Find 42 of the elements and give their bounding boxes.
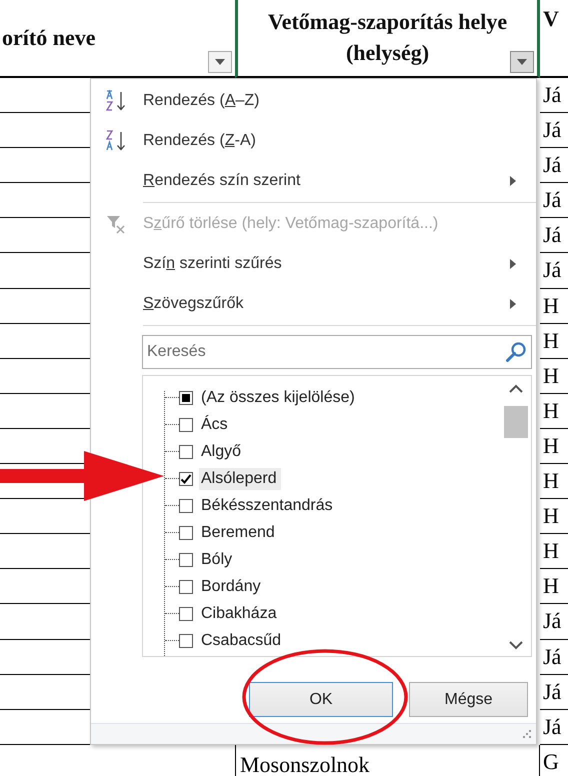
column-header: Vetőmag-szaporítás helye (helység)	[268, 9, 508, 65]
table-cell: H	[543, 398, 559, 423]
table-cell: Já	[543, 608, 562, 634]
search-field[interactable]: Keresés	[142, 335, 532, 369]
list-item[interactable]: Cibakháza	[199, 602, 281, 624]
column-header: orító neve	[2, 25, 96, 51]
list-item[interactable]: (Az összes kijelölése)	[199, 386, 359, 408]
table-cell: Já	[543, 257, 562, 282]
list-item[interactable]: Bóly	[199, 548, 236, 570]
table-cell: Mosonszolnok	[240, 752, 370, 776]
table-cell: G	[543, 748, 559, 774]
menu-item[interactable]: Szín szerinti szűrés	[91, 244, 536, 284]
list-item[interactable]: Alsóleperd	[199, 468, 281, 490]
list-item[interactable]: Algyő	[199, 440, 246, 462]
menu-item[interactable]: Rendezés (Z-A)	[91, 121, 536, 161]
table-cell: H	[543, 468, 559, 494]
table-cell: H	[543, 538, 559, 564]
list-item[interactable]: Békésszentandrás	[199, 494, 337, 516]
list-item[interactable]: Bordány	[199, 576, 265, 598]
menu-item[interactable]: Rendezés (A–Z)	[91, 81, 536, 121]
table-cell: Já	[543, 117, 562, 142]
table-cell: H	[543, 573, 559, 598]
table-cell: Já	[543, 678, 562, 704]
table-cell: H	[543, 292, 559, 318]
table-cell: Já	[543, 644, 562, 668]
table-cell: H	[543, 432, 559, 458]
menu-item[interactable]: Szövegszűrők	[91, 284, 536, 324]
table-cell: H	[543, 503, 559, 528]
table-cell: Já	[543, 152, 562, 178]
cancel-button[interactable]: Mégse	[409, 682, 528, 717]
table-cell: Já	[543, 714, 562, 739]
table-cell: Já	[543, 222, 562, 248]
list-item[interactable]: Ács	[199, 414, 232, 436]
ok-button[interactable]: OK	[249, 682, 393, 717]
table-cell: Já	[543, 187, 562, 212]
table-cell: H	[543, 362, 559, 388]
table-cell: Já	[543, 82, 562, 107]
table-cell: H	[543, 328, 559, 353]
menu-item[interactable]: Rendezés szín szerint	[91, 161, 536, 201]
list-item[interactable]: Csabacsűd	[199, 630, 286, 652]
list-item[interactable]: Beremend	[199, 522, 279, 544]
column-header: V	[543, 6, 559, 31]
